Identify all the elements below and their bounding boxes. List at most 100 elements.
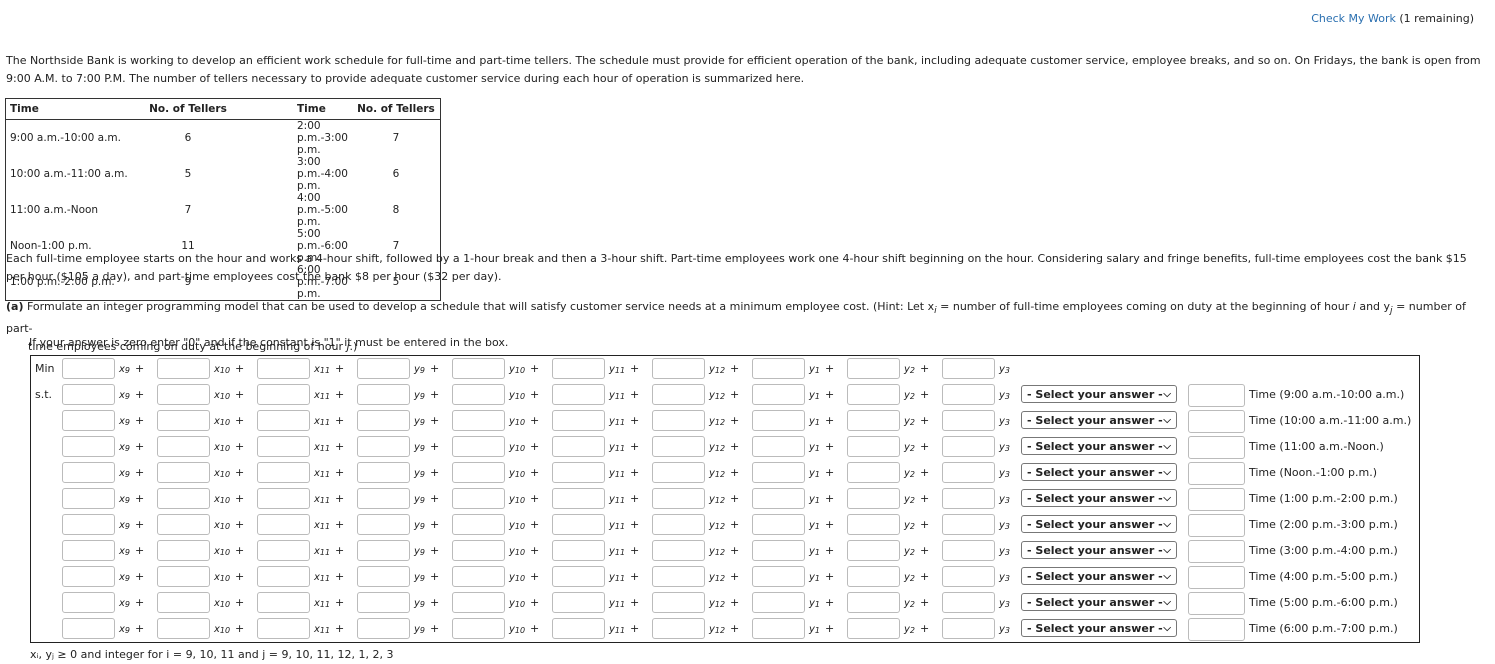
coef-input-y9[interactable] — [357, 618, 410, 639]
coef-input-x11[interactable] — [257, 462, 310, 483]
coef-input-y1[interactable] — [752, 358, 805, 379]
coef-input-x10[interactable] — [157, 488, 210, 509]
rhs-input[interactable] — [1188, 540, 1245, 563]
coef-input-y3[interactable] — [942, 358, 995, 379]
coef-input-x9[interactable] — [62, 358, 115, 379]
coef-input-y3[interactable] — [942, 436, 995, 457]
rhs-input[interactable] — [1188, 592, 1245, 615]
coef-input-x9[interactable] — [62, 488, 115, 509]
coef-input-x10[interactable] — [157, 384, 210, 405]
coef-input-y9[interactable] — [357, 540, 410, 561]
coef-input-y2[interactable] — [847, 410, 900, 431]
coef-input-y9[interactable] — [357, 566, 410, 587]
coef-input-y11[interactable] — [552, 436, 605, 457]
coef-input-x9[interactable] — [62, 618, 115, 639]
coef-input-y12[interactable] — [652, 488, 705, 509]
coef-input-x11[interactable] — [257, 436, 310, 457]
coef-input-y2[interactable] — [847, 540, 900, 561]
coef-input-y9[interactable] — [357, 410, 410, 431]
coef-input-x10[interactable] — [157, 618, 210, 639]
coef-input-y10[interactable] — [452, 540, 505, 561]
coef-input-y3[interactable] — [942, 384, 995, 405]
coef-input-y2[interactable] — [847, 358, 900, 379]
coef-input-y9[interactable] — [357, 514, 410, 535]
coef-input-y3[interactable] — [942, 592, 995, 613]
coef-input-y1[interactable] — [752, 436, 805, 457]
coef-input-y1[interactable] — [752, 410, 805, 431]
coef-input-x11[interactable] — [257, 618, 310, 639]
coef-input-y3[interactable] — [942, 410, 995, 431]
coef-input-y1[interactable] — [752, 540, 805, 561]
coef-input-x10[interactable] — [157, 566, 210, 587]
coef-input-x9[interactable] — [62, 462, 115, 483]
coef-input-y1[interactable] — [752, 514, 805, 535]
coef-input-y10[interactable] — [452, 618, 505, 639]
coef-input-y10[interactable] — [452, 592, 505, 613]
coef-input-y2[interactable] — [847, 592, 900, 613]
coef-input-x9[interactable] — [62, 566, 115, 587]
coef-input-x10[interactable] — [157, 436, 210, 457]
coef-input-x11[interactable] — [257, 358, 310, 379]
coef-input-y3[interactable] — [942, 462, 995, 483]
coef-input-x11[interactable] — [257, 488, 310, 509]
rhs-input[interactable] — [1188, 384, 1245, 407]
rhs-input[interactable] — [1188, 618, 1245, 641]
coef-input-x11[interactable] — [257, 384, 310, 405]
coef-input-x10[interactable] — [157, 540, 210, 561]
coef-input-y1[interactable] — [752, 592, 805, 613]
coef-input-x11[interactable] — [257, 514, 310, 535]
coef-input-x11[interactable] — [257, 592, 310, 613]
coef-input-y3[interactable] — [942, 540, 995, 561]
coef-input-y11[interactable] — [552, 592, 605, 613]
coef-input-x9[interactable] — [62, 592, 115, 613]
coef-input-y12[interactable] — [652, 410, 705, 431]
coef-input-x10[interactable] — [157, 410, 210, 431]
coef-input-y10[interactable] — [452, 462, 505, 483]
coef-input-y12[interactable] — [652, 566, 705, 587]
coef-input-y11[interactable] — [552, 410, 605, 431]
coef-input-y2[interactable] — [847, 384, 900, 405]
rhs-input[interactable] — [1188, 410, 1245, 433]
coef-input-y11[interactable] — [552, 488, 605, 509]
inequality-select[interactable]: - Select your answer - ⌵ — [1021, 567, 1177, 585]
coef-input-y10[interactable] — [452, 566, 505, 587]
rhs-input[interactable] — [1188, 514, 1245, 537]
coef-input-y9[interactable] — [357, 488, 410, 509]
coef-input-y2[interactable] — [847, 514, 900, 535]
coef-input-x11[interactable] — [257, 410, 310, 431]
rhs-input[interactable] — [1188, 462, 1245, 485]
coef-input-y2[interactable] — [847, 488, 900, 509]
coef-input-y11[interactable] — [552, 618, 605, 639]
inequality-select[interactable]: - Select your answer - ⌵ — [1021, 463, 1177, 481]
inequality-select[interactable]: - Select your answer - ⌵ — [1021, 593, 1177, 611]
check-my-work-link[interactable]: Check My Work — [1311, 12, 1396, 25]
coef-input-y9[interactable] — [357, 436, 410, 457]
coef-input-y1[interactable] — [752, 566, 805, 587]
coef-input-y1[interactable] — [752, 384, 805, 405]
coef-input-y11[interactable] — [552, 462, 605, 483]
coef-input-y2[interactable] — [847, 462, 900, 483]
coef-input-y12[interactable] — [652, 514, 705, 535]
coef-input-y12[interactable] — [652, 540, 705, 561]
coef-input-y10[interactable] — [452, 436, 505, 457]
coef-input-y11[interactable] — [552, 566, 605, 587]
coef-input-y12[interactable] — [652, 592, 705, 613]
inequality-select[interactable]: - Select your answer - ⌵ — [1021, 437, 1177, 455]
coef-input-y11[interactable] — [552, 540, 605, 561]
coef-input-x11[interactable] — [257, 566, 310, 587]
coef-input-y3[interactable] — [942, 566, 995, 587]
coef-input-y1[interactable] — [752, 488, 805, 509]
coef-input-y11[interactable] — [552, 358, 605, 379]
coef-input-x10[interactable] — [157, 358, 210, 379]
coef-input-y3[interactable] — [942, 488, 995, 509]
coef-input-y10[interactable] — [452, 488, 505, 509]
rhs-input[interactable] — [1188, 488, 1245, 511]
coef-input-x10[interactable] — [157, 462, 210, 483]
coef-input-y10[interactable] — [452, 514, 505, 535]
coef-input-y2[interactable] — [847, 618, 900, 639]
inequality-select[interactable]: - Select your answer - ⌵ — [1021, 489, 1177, 507]
inequality-select[interactable]: - Select your answer - ⌵ — [1021, 385, 1177, 403]
coef-input-x9[interactable] — [62, 384, 115, 405]
inequality-select[interactable]: - Select your answer - ⌵ — [1021, 541, 1177, 559]
coef-input-y2[interactable] — [847, 566, 900, 587]
